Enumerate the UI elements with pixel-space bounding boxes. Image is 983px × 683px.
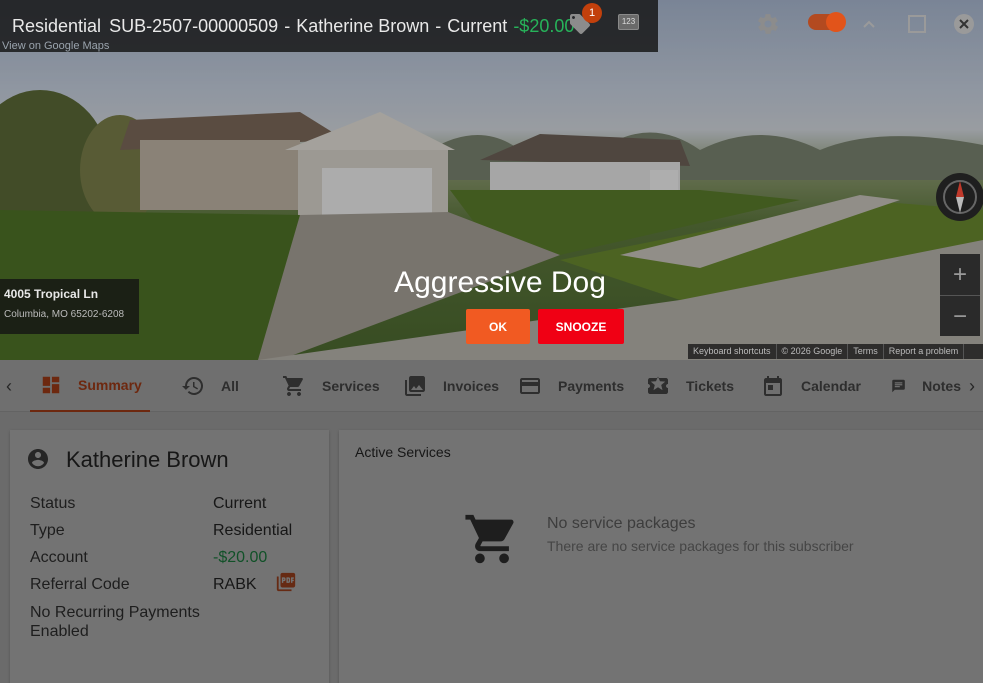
history-icon [182,376,204,395]
tabs-next-arrow[interactable]: › [969,376,975,397]
compass-icon [943,180,977,214]
maximize-icon[interactable] [905,12,929,36]
alert-title: Aggressive Dog [394,266,606,299]
compass-control[interactable] [936,173,983,221]
status-value: Current [213,495,267,512]
tab-invoices[interactable]: Invoices [403,360,499,412]
referral-code-value: RABK [213,576,257,593]
recurring-payments-note: No Recurring Payments Enabled [30,604,200,640]
gear-icon[interactable] [756,12,780,36]
summary-name: Katherine Brown [66,447,229,472]
zoom-control: + − [940,254,980,336]
image-icon [405,376,425,396]
referral-code-label: Referral Code [30,576,130,593]
close-icon[interactable] [952,12,976,36]
account-value: -$20.00 [213,549,268,566]
terms-link[interactable]: Terms [848,344,884,359]
tag-button[interactable]: 1 [568,3,602,38]
subscriber-status: Current [447,15,508,36]
tag-count-badge: 1 [582,3,602,23]
keyboard-shortcuts-link[interactable]: Keyboard shortcuts [688,344,777,359]
summary-content: Katherine Brown Status Current Type Resi… [0,412,983,683]
calendar-icon [764,376,782,396]
tab-label: All [221,378,239,394]
report-problem-link[interactable]: Report a problem [884,344,965,359]
tab-calendar[interactable]: Calendar [761,360,861,412]
tab-label: Invoices [443,378,500,394]
type-label: Type [30,522,65,539]
empty-services-title: No service packages [547,515,696,532]
copyright-text: © 2026 Google [777,344,849,359]
empty-services-subtitle: There are no service packages for this s… [547,538,854,554]
note-icon [892,379,905,393]
subscriber-name: Katherine Brown [296,15,430,36]
tab-tickets[interactable]: Tickets [646,360,734,412]
zoom-out-button[interactable]: − [940,295,980,336]
tab-label: Payments [558,378,625,394]
account-label: Account [30,549,88,566]
tab-payments[interactable]: Payments [518,360,624,412]
ticket-icon [648,376,668,394]
zoom-in-button[interactable]: + [940,254,980,295]
tab-notes[interactable]: Notes [891,360,961,412]
account-circle-icon [28,449,48,469]
tab-bar: ‹ Summary All Services Invoices Payments [0,360,983,412]
address-line1: 4005 Tropical Ln [4,287,99,301]
map-attribution: Keyboard shortcuts © 2026 Google Terms R… [688,344,983,359]
pdf-icon[interactable] [275,571,297,593]
tab-label: Notes [922,378,961,394]
street-view-dim [0,0,983,360]
tab-label: Summary [78,377,142,393]
tabs-prev-arrow[interactable]: ‹ [6,376,12,397]
subscriber-id: SUB-2507-00000509 [109,15,279,36]
toggle-knob [826,12,846,32]
tab-summary[interactable]: Summary [30,360,150,412]
status-label: Status [30,495,76,512]
shopping-cart-icon [465,514,514,564]
dashboard-icon [42,376,60,394]
title-separator: - [284,15,291,36]
subscriber-balance: -$20.00 [513,15,575,36]
tab-label: Tickets [686,378,734,394]
address-line2: Columbia, MO 65202-6208 [4,309,125,320]
snooze-button[interactable]: SNOOZE [538,309,624,344]
address-card: 4005 Tropical Ln Columbia, MO 65202-6208 [0,279,139,334]
tab-services[interactable]: Services [282,360,380,412]
active-services-title: Active Services [355,444,451,460]
alert-toggle-switch[interactable] [808,12,846,32]
ok-button[interactable]: OK [466,309,530,344]
title-separator: - [435,15,442,36]
numeric-keypad-icon[interactable]: 123 [618,14,639,30]
cart-icon [283,376,303,396]
tab-label: Services [322,378,380,394]
view-on-google-maps-link[interactable]: View on Google Maps [2,40,109,52]
tab-all[interactable]: All [181,360,239,412]
subscriber-summary-card: Katherine Brown Status Current Type Resi… [10,430,329,683]
active-services-card: Active Services No service packages Ther… [339,430,983,683]
credit-card-icon [520,378,540,394]
chevron-up-icon[interactable] [857,12,881,36]
tab-label: Calendar [801,378,861,394]
subscriber-type: Residential [12,15,102,36]
type-value: Residential [213,522,293,539]
street-view[interactable]: Residential SUB-2507-00000509 - Katherin… [0,0,983,360]
